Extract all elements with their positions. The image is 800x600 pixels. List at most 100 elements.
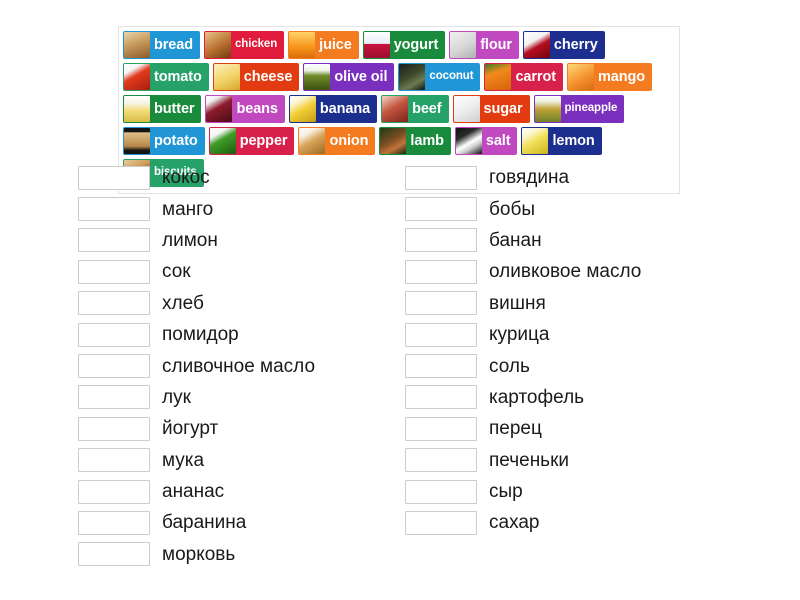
word-tile-cherry[interactable]: cherry xyxy=(522,31,605,59)
answer-drop-box[interactable] xyxy=(78,291,150,316)
word-tile-coconut[interactable]: coconut xyxy=(398,63,481,91)
coconut-art xyxy=(399,64,426,90)
word-tile-label: pepper xyxy=(239,132,288,149)
word-tile-cheese[interactable]: cheese xyxy=(212,63,300,91)
word-tile-label: bread xyxy=(154,36,193,53)
answer-drop-box[interactable] xyxy=(78,385,150,410)
word-tile-butter[interactable]: butter xyxy=(123,95,202,123)
word-tile-carrot[interactable]: carrot xyxy=(484,63,563,91)
word-tile-banana[interactable]: banana xyxy=(288,95,378,123)
answer-row: вишня xyxy=(405,288,800,319)
answer-prompt-word: хлеб xyxy=(162,292,204,314)
word-tile-tomato[interactable]: tomato xyxy=(123,63,209,91)
onion-art xyxy=(299,128,326,154)
word-tile-chicken[interactable]: chicken xyxy=(204,31,285,59)
word-tile-pineapple[interactable]: pineapple xyxy=(533,95,625,123)
word-tile-label: mango xyxy=(597,68,645,85)
answer-row: говядина xyxy=(405,162,800,193)
answer-drop-box[interactable] xyxy=(78,228,150,253)
word-tile-label: lamb xyxy=(410,132,444,149)
answer-row: перец xyxy=(405,413,800,444)
coconut-image xyxy=(399,64,426,90)
word-tile-onion[interactable]: onion xyxy=(298,127,376,155)
answer-drop-box[interactable] xyxy=(78,322,150,347)
word-tile-label: potato xyxy=(154,132,198,149)
word-tile-bread[interactable]: bread xyxy=(123,31,200,59)
answer-row: оливковое масло xyxy=(405,256,800,287)
answer-drop-box[interactable] xyxy=(405,291,477,316)
answer-prompt-word: банан xyxy=(489,229,542,251)
answer-drop-box[interactable] xyxy=(405,416,477,441)
cheese-image xyxy=(213,64,240,90)
pepper-art xyxy=(209,128,236,154)
word-tile-olive-oil[interactable]: olive oil xyxy=(303,63,395,91)
potato-image xyxy=(124,128,150,154)
answer-row: ананас xyxy=(78,476,400,507)
answer-drop-box[interactable] xyxy=(78,416,150,441)
answer-drop-box[interactable] xyxy=(405,510,477,535)
word-tile-lemon[interactable]: lemon xyxy=(521,127,602,155)
answer-drop-box[interactable] xyxy=(78,197,150,222)
word-tile-yogurt[interactable]: yogurt xyxy=(362,31,446,59)
lamb-art xyxy=(380,128,407,154)
tomato-image xyxy=(124,64,150,90)
answer-column-left: кокос манго лимон сок хлеб помидор сливочное м… xyxy=(0,162,400,570)
answer-row: хлеб xyxy=(78,288,400,319)
word-tile-mango[interactable]: mango xyxy=(566,63,652,91)
word-tile-beef[interactable]: beef xyxy=(381,95,449,123)
answer-drop-box[interactable] xyxy=(78,479,150,504)
answer-drop-box[interactable] xyxy=(78,448,150,473)
butter-art xyxy=(124,96,150,122)
answer-drop-box[interactable] xyxy=(78,510,150,535)
answer-prompt-word: соль xyxy=(489,355,530,377)
answer-drop-box[interactable] xyxy=(405,385,477,410)
answer-prompt-word: морковь xyxy=(162,543,236,565)
answer-drop-box[interactable] xyxy=(78,542,150,567)
answer-drop-box[interactable] xyxy=(405,197,477,222)
answer-prompt-word: мука xyxy=(162,449,205,471)
word-tile-sugar[interactable]: sugar xyxy=(452,95,530,123)
chicken-art xyxy=(205,32,231,58)
juice-art xyxy=(289,32,316,58)
answer-drop-box[interactable] xyxy=(78,259,150,284)
answer-row: лук xyxy=(78,382,400,413)
word-tile-pepper[interactable]: pepper xyxy=(208,127,295,155)
sugar-image xyxy=(453,96,480,122)
answer-row: сок xyxy=(78,256,400,287)
word-tile-juice[interactable]: juice xyxy=(288,31,359,59)
answer-drop-box[interactable] xyxy=(405,165,477,190)
lemon-image xyxy=(522,128,549,154)
word-tile-beans[interactable]: beans xyxy=(205,95,285,123)
answer-prompt-word: говядина xyxy=(489,167,570,189)
potato-art xyxy=(124,128,150,154)
answer-drop-box[interactable] xyxy=(405,448,477,473)
answer-prompt-word: курица xyxy=(489,324,550,346)
word-tile-flour[interactable]: flour xyxy=(449,31,519,59)
word-tile-salt[interactable]: salt xyxy=(454,127,518,155)
answer-prompt-word: сливочное масло xyxy=(162,355,316,377)
banana-image xyxy=(289,96,316,122)
answer-drop-box[interactable] xyxy=(405,259,477,284)
mango-image xyxy=(567,64,594,90)
answer-drop-box[interactable] xyxy=(78,354,150,379)
word-tile-label: beef xyxy=(412,100,442,117)
beans-art xyxy=(206,96,233,122)
word-tile-label: butter xyxy=(154,100,195,117)
answer-drop-box[interactable] xyxy=(405,354,477,379)
answer-prompt-word: кокос xyxy=(162,167,210,189)
word-tile-lamb[interactable]: lamb xyxy=(379,127,451,155)
bread-art xyxy=(124,32,150,58)
beans-image xyxy=(206,96,233,122)
word-tile-label: carrot xyxy=(515,68,556,85)
answer-drop-box[interactable] xyxy=(405,322,477,347)
word-tile-label: lemon xyxy=(552,132,595,149)
answer-row: печеньки xyxy=(405,445,800,476)
word-tile-potato[interactable]: potato xyxy=(123,127,205,155)
answer-drop-box[interactable] xyxy=(405,479,477,504)
answer-drop-box[interactable] xyxy=(405,228,477,253)
answer-row: сыр xyxy=(405,476,800,507)
pepper-image xyxy=(209,128,236,154)
answer-drop-box[interactable] xyxy=(78,165,150,190)
answer-row: кокос xyxy=(78,162,400,193)
answer-prompt-word: вишня xyxy=(489,292,546,314)
